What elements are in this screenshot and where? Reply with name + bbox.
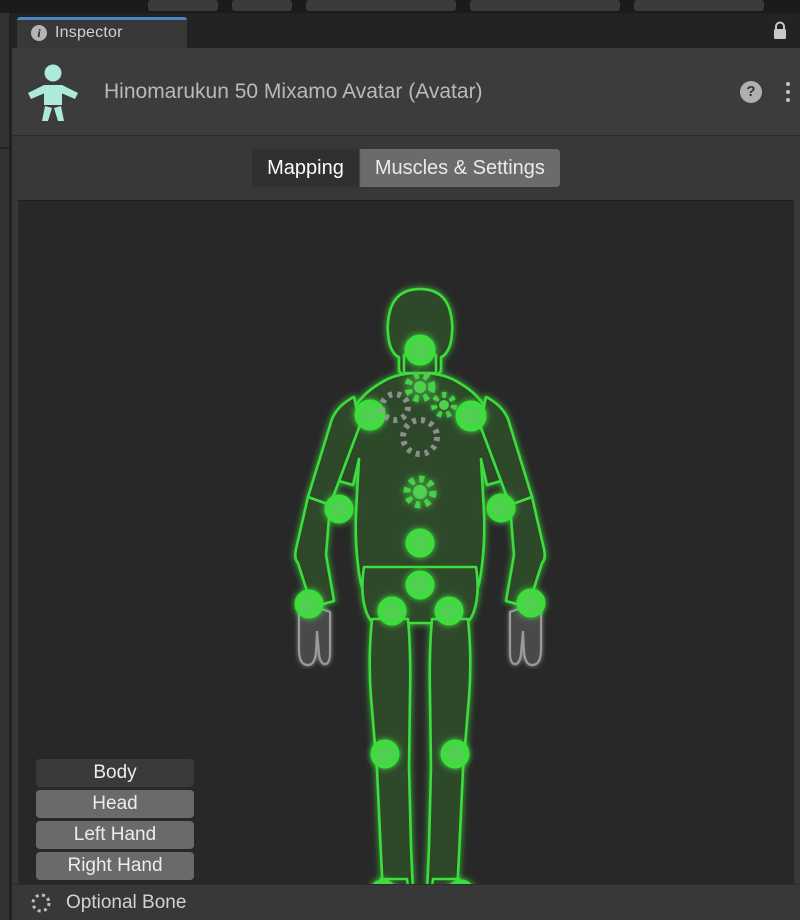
inspector-window: i Inspector Hinomarukun 50 Mixamo Avatar… — [12, 13, 800, 920]
panel-seam — [0, 147, 9, 149]
body-part-button-body[interactable]: Body — [36, 759, 194, 787]
optional-bone-label: Optional Bone — [66, 891, 187, 913]
body-part-button-right-hand[interactable]: Right Hand — [36, 852, 194, 880]
tab-inspector-label: Inspector — [55, 23, 123, 41]
top-toolbar-strip — [0, 0, 800, 13]
optional-bone-row: Optional Bone — [12, 884, 800, 920]
dotted-circle-icon — [31, 893, 51, 912]
inspector-tabbar: i Inspector — [12, 13, 800, 48]
help-icon[interactable]: ? — [740, 80, 762, 103]
toolbar-button-5[interactable] — [634, 0, 764, 11]
unity-inspector-screen: i Inspector Hinomarukun 50 Mixamo Avatar… — [0, 0, 800, 920]
avatar-mapping-viewport[interactable]: Body Head Left Hand Right Hand — [18, 200, 794, 920]
toolbar-button-3[interactable] — [306, 0, 456, 11]
lock-icon[interactable] — [772, 21, 788, 40]
mode-tab-group: Mapping Muscles & Settings — [252, 149, 560, 187]
kebab-menu-icon[interactable] — [786, 81, 790, 102]
tab-active-accent — [17, 17, 187, 20]
tab-muscles-settings[interactable]: Muscles & Settings — [359, 149, 560, 187]
object-title: Hinomarukun 50 Mixamo Avatar (Avatar) — [104, 79, 483, 103]
object-header: Hinomarukun 50 Mixamo Avatar (Avatar) ? — [12, 48, 800, 136]
body-part-button-group: Body Head Left Hand Right Hand — [36, 759, 194, 880]
tab-inspector[interactable]: i Inspector — [17, 17, 187, 48]
adjacent-panel-sliver — [0, 13, 12, 920]
toolbar-button-4[interactable] — [470, 0, 620, 11]
inspector-body: Mapping Muscles & Settings Body Head Lef… — [12, 136, 800, 920]
body-part-button-head[interactable]: Head — [36, 790, 194, 818]
avatar-humanoid-icon — [28, 64, 78, 121]
toolbar-button-1[interactable] — [148, 0, 218, 11]
tab-mapping[interactable]: Mapping — [252, 149, 360, 187]
info-icon: i — [31, 24, 47, 41]
toolbar-button-2[interactable] — [232, 0, 292, 11]
body-part-button-left-hand[interactable]: Left Hand — [36, 821, 194, 849]
